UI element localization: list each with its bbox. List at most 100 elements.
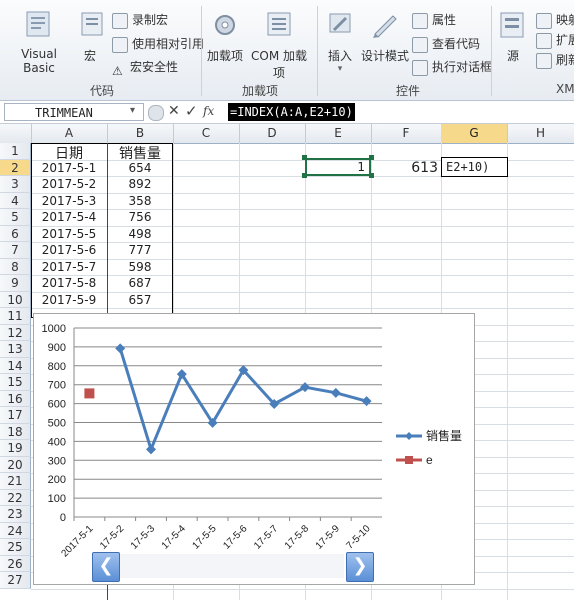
cell-sales[interactable]: 892 [107, 176, 173, 193]
name-box-dropdown-icon[interactable]: ▾ [130, 105, 135, 116]
column-header-e[interactable]: E [305, 124, 372, 143]
formula-bar-resize-icon[interactable] [148, 105, 164, 121]
row-header-14[interactable]: 14 [0, 357, 31, 374]
column-header-f[interactable]: F [371, 124, 442, 143]
scrollbar-track[interactable] [120, 554, 344, 578]
xml-source-button[interactable]: 源 [496, 10, 530, 64]
cell-date[interactable]: 2017-5-2 [31, 176, 107, 193]
insert-function-button[interactable]: fx [203, 104, 214, 118]
cell-date[interactable]: 2017-5-6 [31, 242, 107, 259]
run-dialog-icon [412, 59, 428, 76]
row-header-16[interactable]: 16 [0, 390, 31, 407]
row-header-2[interactable]: 2 [0, 159, 31, 176]
cell-date[interactable]: 2017-5-1 [31, 160, 107, 177]
com-addins-button[interactable]: COM 加载项 [246, 10, 312, 81]
cell-sales[interactable]: 657 [107, 292, 173, 309]
row-header-26[interactable]: 26 [0, 555, 31, 572]
enter-check-icon[interactable]: ✓ [185, 102, 198, 120]
row-header-1[interactable]: 1 [0, 143, 31, 160]
cell-sales[interactable]: 598 [107, 259, 173, 276]
row-header-17[interactable]: 17 [0, 407, 31, 424]
row-header-18[interactable]: 18 [0, 423, 31, 440]
row-header-8[interactable]: 8 [0, 258, 31, 275]
record-macro-button[interactable]: 录制宏 [112, 10, 168, 30]
x-tick-label: 17-5-8 [283, 523, 312, 552]
row-header-21[interactable]: 21 [0, 473, 31, 490]
cell-g2-editing[interactable]: E2+10) [441, 157, 508, 177]
group-separator [201, 6, 202, 96]
macro-button[interactable]: 宏 [76, 10, 104, 64]
legend-marker [405, 432, 413, 440]
line-chart[interactable]: 0 100 200 300 400 500 600 700 800 900 1000 2017-5-1… [33, 313, 475, 585]
cell-date[interactable]: 2017-5-4 [31, 209, 107, 226]
row-header-27[interactable]: 27 [0, 572, 31, 589]
macro-security-button[interactable]: ⚠ 宏安全性 [112, 57, 178, 78]
cell-date[interactable]: 2017-5-8 [31, 275, 107, 292]
name-box[interactable]: TRIMMEAN [4, 103, 144, 121]
run-dialog-button[interactable]: 执行对话框 [412, 57, 492, 77]
row-header-10[interactable]: 10 [0, 291, 31, 308]
design-mode-button[interactable]: 设计模式 [360, 10, 410, 64]
cell-date[interactable]: 2017-5-9 [31, 292, 107, 309]
row-header-9[interactable]: 9 [0, 275, 31, 292]
cell-sales[interactable]: 777 [107, 242, 173, 259]
design-mode-icon [373, 15, 397, 38]
map-button[interactable]: 映射 [536, 10, 574, 30]
y-tick-label: 100 [48, 493, 66, 505]
scroll-left-button[interactable]: ❮ [92, 552, 120, 582]
column-header-a[interactable]: A [31, 124, 108, 143]
cancel-icon[interactable]: ✕ [168, 103, 180, 119]
row-header-12[interactable]: 12 [0, 324, 31, 341]
row-header-19[interactable]: 19 [0, 440, 31, 457]
properties-label: 属性 [432, 13, 457, 27]
insert-control-button[interactable]: 插入 ▾ [322, 10, 358, 74]
row-header-6[interactable]: 6 [0, 225, 31, 242]
scroll-right-button[interactable]: ❯ [346, 552, 374, 582]
relative-ref-button[interactable]: 使用相对引用 [112, 34, 204, 54]
column-header-c[interactable]: C [173, 124, 240, 143]
select-all-corner[interactable] [0, 124, 32, 143]
row-header-15[interactable]: 15 [0, 374, 31, 391]
chart-scrollbar[interactable]: ❮ ❯ [92, 552, 374, 582]
row-header-11[interactable]: 11 [0, 308, 31, 325]
row-header-23[interactable]: 23 [0, 506, 31, 523]
cell-f2[interactable]: 613 [371, 157, 441, 179]
data-point [330, 387, 341, 398]
cell-date[interactable]: 2017-5-7 [31, 259, 107, 276]
row-header-25[interactable]: 25 [0, 539, 31, 556]
cell-date[interactable]: 2017-5-3 [31, 193, 107, 210]
cell-date[interactable]: 2017-5-5 [31, 226, 107, 243]
chevron-down-icon: ▾ [337, 64, 343, 74]
ribbon: Visual Basic 宏 录制宏 使用相对引用 ⚠ 宏安全性 代码 加载项 C… [0, 0, 574, 101]
row-header-5[interactable]: 5 [0, 209, 31, 226]
expand-button[interactable]: 扩展 [536, 30, 574, 50]
cell-sales[interactable]: 358 [107, 193, 173, 210]
cell-e2[interactable]: 1 [305, 158, 371, 176]
row-header-13[interactable]: 13 [0, 341, 31, 358]
column-header-b[interactable]: B [107, 124, 174, 143]
formula-input[interactable]: =INDEX(A:A,E2+10) [228, 103, 355, 121]
column-header-d[interactable]: D [239, 124, 306, 143]
cell-sales[interactable]: 498 [107, 226, 173, 243]
macro-label: 宏 [83, 49, 96, 63]
row-header-3[interactable]: 3 [0, 176, 31, 193]
view-code-button[interactable]: 查看代码 [412, 34, 480, 54]
refresh-button[interactable]: 刷新 [536, 50, 574, 70]
cell-sales[interactable]: 654 [107, 160, 173, 177]
cell-sales[interactable]: 687 [107, 275, 173, 292]
row-gridline [31, 588, 574, 590]
row-header-7[interactable]: 7 [0, 242, 31, 259]
row-header-22[interactable]: 22 [0, 489, 31, 506]
row-header-4[interactable]: 4 [0, 192, 31, 209]
column-header-g[interactable]: G [441, 124, 508, 143]
addins-button[interactable]: 加载项 [206, 10, 244, 64]
addins-label: 加载项 [206, 49, 243, 63]
cell-sales[interactable]: 756 [107, 209, 173, 226]
properties-button[interactable]: 属性 [412, 10, 456, 30]
data-point [361, 396, 372, 407]
column-header-bar: A B C D E F G H [0, 124, 574, 144]
row-header-24[interactable]: 24 [0, 522, 31, 539]
row-header-20[interactable]: 20 [0, 456, 31, 473]
column-header-h[interactable]: H [507, 124, 574, 143]
visual-basic-button[interactable]: Visual Basic [4, 10, 74, 75]
